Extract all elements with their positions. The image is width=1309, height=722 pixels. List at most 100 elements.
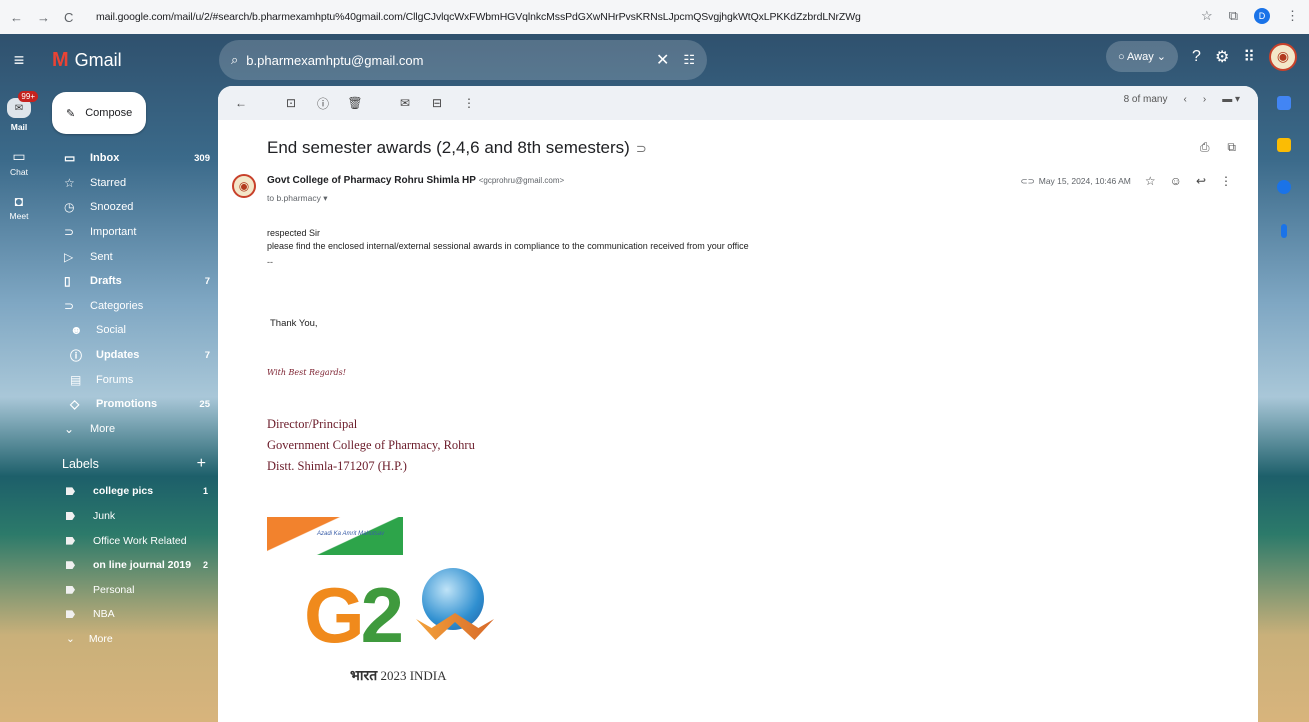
folder-important[interactable]: ⊃ Important	[38, 220, 218, 245]
snooze-icon[interactable]: ⊟	[426, 96, 448, 110]
g20-caption: भारत 2023 INDIA	[350, 666, 447, 685]
label-item[interactable]: Junk	[38, 504, 218, 529]
main-menu-icon[interactable]: ≡	[0, 50, 38, 71]
star-message-icon[interactable]: ☆	[1145, 174, 1156, 188]
important-marker-icon[interactable]: ⊃	[636, 141, 647, 156]
search-bar[interactable]: ⌕ b.pharmexamhptu@gmail.com ✕ ☷	[219, 40, 707, 80]
search-icon[interactable]: ⌕	[231, 52, 238, 68]
pencil-icon: ✎	[66, 107, 76, 120]
sender-avatar[interactable]: ◉	[232, 174, 256, 198]
folder-forums[interactable]: ▤ Forums	[38, 367, 218, 392]
mark-unread-icon[interactable]: ✉	[394, 96, 416, 110]
label-item[interactable]: on line journal 2019 2	[38, 553, 218, 578]
folder-social[interactable]: ☻ Social	[38, 318, 218, 343]
folder-label: More	[90, 422, 116, 435]
forward-arrow-icon[interactable]: →	[37, 10, 50, 25]
open-new-window-icon[interactable]: ⧉	[1227, 140, 1236, 155]
chat-icon: ▭	[12, 148, 26, 164]
email-subject: End semester awards (2,4,6 and 8th semes…	[267, 138, 647, 158]
signature-org: Government College of Pharmacy, Rohru	[267, 438, 475, 452]
calendar-icon[interactable]	[1276, 96, 1291, 110]
apps-grid-icon[interactable]: ⠿	[1243, 47, 1255, 67]
rail-mail-label: Mail	[10, 122, 28, 132]
message-pane: ← ⊡ ⓘ 🗑 ✉ ⊟ ⋮ 8 of many ‹ › ▬ ▾ End seme…	[218, 86, 1258, 722]
label-item[interactable]: Personal	[38, 578, 218, 603]
label-item[interactable]: ⌄ More	[38, 627, 218, 652]
browser-actions: ☆ ⧉ D ⋮	[1201, 8, 1299, 24]
g20-year-text: 2023 INDIA	[380, 668, 447, 683]
search-input[interactable]: b.pharmexamhptu@gmail.com	[238, 53, 656, 68]
label-tag-icon	[66, 561, 75, 570]
folder-categories[interactable]: ⊃ Categories	[38, 294, 218, 319]
rail-meet[interactable]: ◘ Meet	[0, 193, 38, 221]
status-selector[interactable]: ○ Away ⌄	[1105, 41, 1179, 72]
folder-more[interactable]: ⌄ More	[38, 417, 218, 442]
signature-separator: --	[267, 257, 273, 267]
clear-search-icon[interactable]: ✕	[656, 50, 669, 70]
settings-gear-icon[interactable]: ⚙	[1215, 47, 1229, 67]
account-avatar[interactable]: ◉	[1269, 42, 1297, 71]
folder-snoozed[interactable]: ◷ Snoozed	[38, 195, 218, 220]
back-to-list-icon[interactable]: ←	[230, 96, 252, 110]
message-more-icon[interactable]: ⋮	[1220, 174, 1232, 188]
input-tools-icon[interactable]: ▬ ▾	[1222, 94, 1240, 105]
newer-chevron-icon[interactable]: ‹	[1184, 94, 1187, 105]
forum-icon: ▤	[70, 372, 82, 387]
rail-mail[interactable]: ✉ 99+ Mail	[0, 86, 38, 132]
folder-inbox[interactable]: ▭ Inbox 309	[38, 146, 218, 171]
emoji-react-icon[interactable]: ☺	[1170, 174, 1182, 188]
email-body: respected Sir please find the enclosed i…	[267, 227, 749, 253]
label-item[interactable]: Office Work Related	[38, 528, 218, 553]
clock-icon: ◷	[64, 200, 75, 215]
folder-label: Starred	[90, 176, 127, 189]
folder-label: Updates	[96, 349, 140, 362]
search-options-icon[interactable]: ☷	[683, 52, 695, 68]
rail-chat[interactable]: ▭ Chat	[0, 148, 38, 177]
label-item[interactable]: NBA	[38, 602, 218, 627]
folder-promotions[interactable]: ◇ Promotions 25	[38, 392, 218, 417]
inbox-icon: ▭	[64, 151, 76, 166]
important-icon: ⊃	[64, 225, 75, 240]
address-bar[interactable]: mail.google.com/mail/u/2/#search/b.pharm…	[70, 11, 1170, 23]
mail-icon: ✉ 99+	[7, 91, 38, 118]
rail-meet-label: Meet	[9, 211, 29, 221]
back-arrow-icon[interactable]: ←	[10, 10, 23, 25]
folder-updates[interactable]: ⓘ Updates 7	[38, 343, 218, 368]
label-tag-icon	[66, 536, 75, 545]
bookmark-star-icon[interactable]: ☆	[1201, 8, 1213, 24]
folder-drafts[interactable]: ▯ Drafts 7	[38, 269, 218, 294]
compose-button[interactable]: ✎ Compose	[52, 92, 146, 134]
gmail-header: ≡ M Gmail ⌕ b.pharmexamhptu@gmail.com ✕ …	[0, 34, 1309, 86]
help-icon[interactable]: ?	[1192, 48, 1201, 66]
folder-label: Categories	[90, 299, 144, 312]
add-label-icon[interactable]: +	[197, 455, 206, 473]
recipient-line[interactable]: to b.pharmacy ▾	[267, 193, 328, 204]
print-icon[interactable]: ⎙	[1200, 140, 1210, 155]
tasks-icon[interactable]	[1276, 180, 1291, 194]
sender-name[interactable]: Govt College of Pharmacy Rohru Shimla HP	[267, 175, 476, 186]
meet-icon: ◘	[14, 193, 24, 209]
folder-starred[interactable]: ☆ Starred	[38, 171, 218, 196]
extensions-icon[interactable]: ⧉	[1229, 8, 1238, 24]
folder-sent[interactable]: ▷ Sent	[38, 244, 218, 269]
contacts-icon[interactable]	[1280, 224, 1287, 238]
archive-icon[interactable]: ⊡	[280, 96, 302, 110]
folder-label: Promotions	[96, 398, 158, 411]
gmail-logo[interactable]: M Gmail	[38, 49, 218, 72]
browser-profile-avatar[interactable]: D	[1254, 8, 1270, 24]
people-icon: ☻	[70, 323, 83, 338]
recipient-text: to b.pharmacy	[267, 193, 321, 203]
older-chevron-icon[interactable]: ›	[1203, 94, 1206, 105]
folder-count: 7	[204, 349, 210, 361]
browser-menu-icon[interactable]: ⋮	[1286, 8, 1299, 24]
label-item[interactable]: college pics 1	[38, 479, 218, 504]
reply-icon[interactable]: ↩	[1196, 174, 1206, 188]
subject-text: End semester awards (2,4,6 and 8th semes…	[267, 138, 630, 157]
g20-hindi-text: भारत	[350, 669, 378, 684]
folder-label: Drafts	[90, 275, 122, 288]
more-options-icon[interactable]: ⋮	[458, 96, 480, 110]
draft-icon: ▯	[64, 274, 71, 289]
report-spam-icon[interactable]: ⓘ	[312, 95, 334, 112]
keep-icon[interactable]	[1276, 138, 1291, 152]
delete-icon[interactable]: 🗑	[344, 96, 366, 110]
